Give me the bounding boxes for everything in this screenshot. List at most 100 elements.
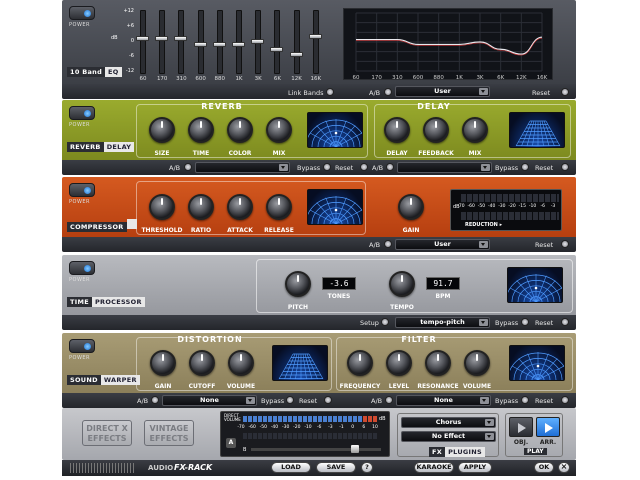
threshold-knob[interactable]	[149, 194, 175, 220]
eq-ab-button[interactable]	[384, 88, 392, 96]
filter-reset-button[interactable]	[561, 396, 569, 404]
filter-resonance-knob[interactable]	[425, 350, 451, 376]
delay-time-knob[interactable]	[384, 117, 410, 143]
play-icon	[545, 423, 553, 433]
plugin1-dropdown[interactable]: Chorus	[401, 417, 496, 428]
eq-slider-880[interactable]	[212, 41, 226, 47]
distortion-reset-button[interactable]	[324, 396, 332, 404]
reverb-delay-panel: POWER REVERB DELAY REVERB DELAY SIZE TIME…	[62, 100, 576, 175]
distortion-bypass-button[interactable]	[286, 396, 294, 404]
reverb-time-knob[interactable]	[188, 117, 214, 143]
eq-graph-band-label: 600	[413, 75, 424, 81]
plugin2-dropdown[interactable]: No Effect	[401, 431, 496, 442]
eq-slider-6K[interactable]	[270, 47, 284, 52]
compressor-reset-button[interactable]	[561, 240, 569, 248]
distortion-volume-knob[interactable]	[228, 350, 254, 376]
channel-a-button[interactable]: A	[226, 438, 236, 448]
eq-slider-track	[274, 10, 281, 74]
chevron-down-icon	[485, 433, 494, 440]
reverb-preset-dropdown[interactable]	[195, 162, 290, 173]
delay-preset-dropdown[interactable]	[397, 162, 492, 173]
filter-volume-knob[interactable]	[464, 350, 490, 376]
sound-warper-panel: POWER SOUND WARPER DISTORTION FILTER GAIN…	[62, 333, 576, 408]
tempo-knob[interactable]	[389, 271, 415, 297]
eq-db-scale: +12 +6 0 -6 -12	[123, 8, 134, 74]
eq-graph-band-label: 16K	[537, 75, 548, 81]
eq-slider-60[interactable]	[136, 36, 149, 42]
eq-band-label: 16K	[310, 76, 322, 82]
eq-preset-dropdown[interactable]: User	[395, 86, 490, 97]
filter-bypass-button[interactable]	[521, 396, 529, 404]
direct-x-effects-button[interactable]: DIRECT X EFFECTS	[82, 420, 132, 446]
release-knob[interactable]	[266, 194, 292, 220]
compressor-ab-button[interactable]	[384, 240, 392, 248]
eq-reset-button[interactable]	[561, 88, 569, 96]
vintage-effects-button[interactable]: VINTAGE EFFECTS	[144, 420, 194, 446]
attack-knob[interactable]	[227, 194, 253, 220]
gain-knob[interactable]	[398, 194, 424, 220]
distortion-preset-dropdown[interactable]: None	[162, 395, 257, 406]
reverb-ab-button[interactable]	[184, 163, 192, 171]
eq-graph-band-label: 310	[392, 75, 403, 81]
time-bypass-button[interactable]	[521, 318, 529, 326]
eq-slider-3K[interactable]	[251, 39, 265, 44]
karaoke-button[interactable]: KARAOKE	[414, 462, 454, 473]
sound-warper-tag: SOUND WARPER	[67, 375, 140, 385]
load-button[interactable]: LOAD	[271, 462, 311, 473]
ratio-knob[interactable]	[188, 194, 214, 220]
reverb-color-knob[interactable]	[227, 117, 253, 143]
reverb-reset-button[interactable]	[360, 163, 368, 171]
eq-slider-track	[178, 10, 185, 74]
filter-level-knob[interactable]	[386, 350, 412, 376]
pitch-knob[interactable]	[285, 271, 311, 297]
reverb-size-knob[interactable]	[149, 117, 175, 143]
time-power[interactable]: POWER	[67, 260, 97, 284]
distortion-gain-knob[interactable]	[150, 350, 176, 376]
eq-power[interactable]: POWER	[67, 5, 97, 29]
apply-button[interactable]: APPLY	[458, 462, 492, 473]
delay-feedback-knob[interactable]	[423, 117, 449, 143]
eq-panel: POWER 10 Band EQ +12 +6 0 -6 -12 dB 60 170…	[62, 0, 576, 99]
eq-slider-600[interactable]	[193, 41, 207, 47]
delay-reset-button[interactable]	[561, 163, 569, 171]
reverb-bypass-button[interactable]	[323, 163, 331, 171]
meter-scale-tick: -40	[270, 425, 279, 430]
time-setup-button[interactable]	[381, 318, 389, 326]
eq-graph: 60 170 310 600 880 1K 3K 6K 12K 16K	[343, 8, 553, 81]
meter-scale-tick: 6	[362, 425, 366, 430]
time-preset-dropdown[interactable]: tempo-pitch	[395, 317, 490, 328]
eq-slider-16K[interactable]	[308, 33, 322, 39]
eq-tag: 10 Band EQ	[67, 67, 122, 77]
warper-power[interactable]: POWER	[67, 338, 97, 362]
play-obj-button[interactable]	[509, 417, 533, 437]
link-bands-button[interactable]	[326, 88, 334, 96]
save-button[interactable]: SAVE	[316, 462, 356, 473]
time-processor-panel: POWER TIME PROCESSOR PITCH -3.6 TONES TEM…	[62, 255, 576, 330]
compressor-power[interactable]: POWER	[67, 182, 97, 206]
chevron-down-icon	[479, 88, 488, 95]
delay-ab-button[interactable]	[386, 163, 394, 171]
eq-slider-170[interactable]	[155, 36, 169, 42]
distortion-cutoff-knob[interactable]	[189, 350, 215, 376]
help-button[interactable]: ?	[361, 462, 373, 473]
delay-mix-knob[interactable]	[462, 117, 488, 143]
eq-slider-1K[interactable]	[232, 41, 245, 47]
bpm-readout: 91.7	[426, 277, 460, 290]
eq-band-label: 1K	[235, 76, 243, 82]
eq-slider-12K[interactable]	[289, 52, 303, 58]
reverb-mix-knob[interactable]	[266, 117, 292, 143]
meter-scale-tick: 10	[372, 425, 378, 430]
crossfader-handle[interactable]	[351, 445, 359, 453]
time-reset-button[interactable]	[561, 318, 569, 326]
eq-slider-310[interactable]	[174, 36, 188, 42]
play-arr-button[interactable]	[536, 417, 560, 437]
filter-ab-button[interactable]	[385, 396, 393, 404]
reverb-power[interactable]: POWER	[67, 105, 97, 129]
filter-preset-dropdown[interactable]: None	[396, 395, 491, 406]
distortion-ab-button[interactable]	[151, 396, 159, 404]
compressor-preset-dropdown[interactable]: User	[395, 239, 490, 250]
ok-button[interactable]: OK	[534, 462, 554, 473]
close-icon[interactable]: ×	[558, 462, 570, 473]
delay-bypass-button[interactable]	[521, 163, 529, 171]
filter-frequency-knob[interactable]	[347, 350, 373, 376]
